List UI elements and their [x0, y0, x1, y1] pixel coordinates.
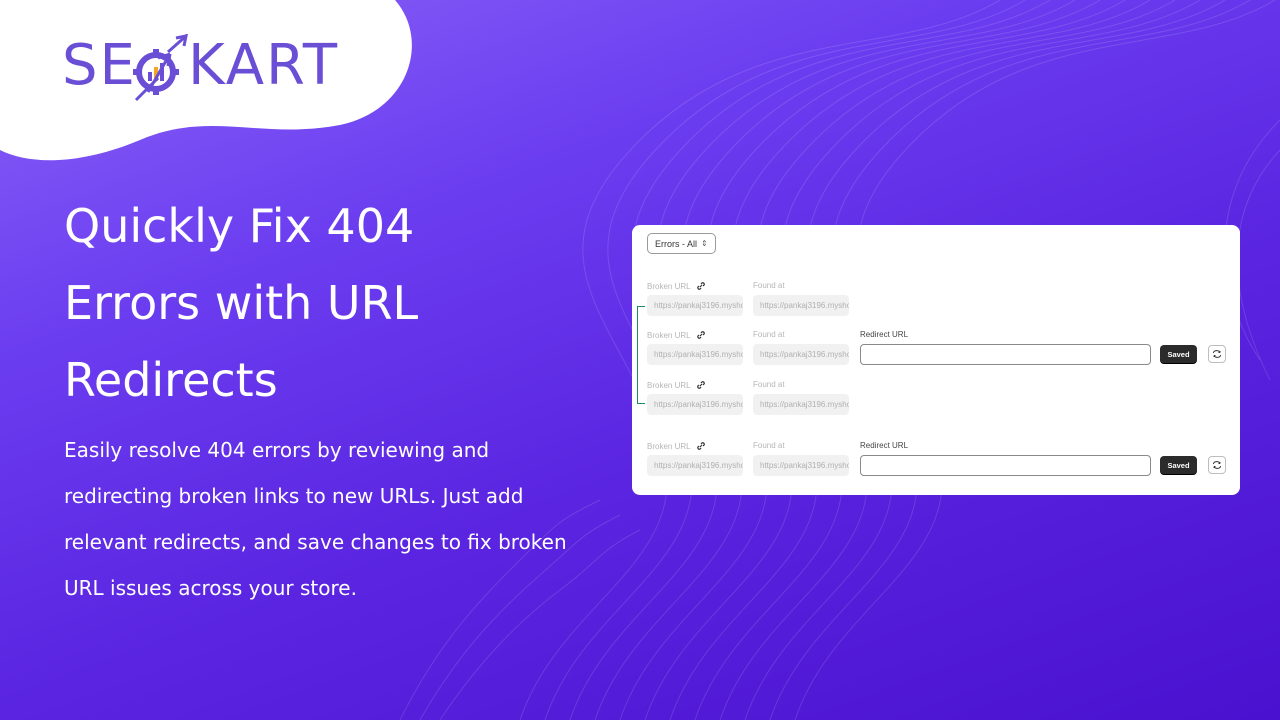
saved-button[interactable]: Saved: [1160, 345, 1197, 363]
logo-text-se: SE: [62, 33, 137, 98]
broken-url-field[interactable]: https://pankaj3196.myshopify.com: [647, 344, 743, 365]
redirect-url-label: Redirect URL: [860, 330, 909, 339]
link-icon[interactable]: [696, 281, 706, 291]
broken-url-label-text: Broken URL: [647, 441, 691, 451]
broken-url-field[interactable]: https://pankaj3196.myshopify.com: [647, 394, 743, 415]
link-icon[interactable]: [696, 441, 706, 451]
broken-url-label: Broken URL: [647, 380, 706, 390]
broken-url-label: Broken URL: [647, 281, 706, 291]
redirect-url-label: Redirect URL: [860, 441, 909, 450]
headline-line-1: Quickly Fix 404: [64, 199, 415, 253]
link-icon[interactable]: [696, 380, 706, 390]
gear-chart-arrow-icon: [133, 34, 188, 102]
headline-line-2: Errors with URL: [64, 276, 419, 330]
found-at-label: Found at: [753, 441, 785, 450]
chevron-up-down-icon: ⇕: [701, 238, 708, 248]
found-at-field[interactable]: https://pankaj3196.myshopify.com: [753, 455, 849, 476]
found-at-label: Found at: [753, 281, 785, 290]
link-icon[interactable]: [696, 330, 706, 340]
broken-url-label: Broken URL: [647, 330, 706, 340]
seokart-logo[interactable]: SE KART: [62, 28, 362, 104]
broken-url-label-text: Broken URL: [647, 281, 691, 291]
broken-url-field[interactable]: https://pankaj3196.myshopify.com: [647, 455, 743, 476]
grouped-rows-bracket: [637, 306, 645, 404]
broken-url-field[interactable]: https://pankaj3196.myshopify.com: [647, 295, 743, 316]
refresh-icon: [1213, 461, 1221, 469]
saved-button[interactable]: Saved: [1160, 456, 1197, 474]
errors-filter-select[interactable]: Errors - All ⇕: [647, 233, 716, 254]
found-at-field[interactable]: https://pankaj3196.myshopify.com: [753, 394, 849, 415]
redirect-url-input[interactable]: [860, 344, 1151, 365]
redirect-url-input[interactable]: [860, 455, 1151, 476]
broken-url-label-text: Broken URL: [647, 330, 691, 340]
found-at-label: Found at: [753, 380, 785, 389]
found-at-label: Found at: [753, 330, 785, 339]
redirects-panel: Errors - All ⇕ Broken URL Found at https…: [632, 225, 1240, 495]
feature-description: Easily resolve 404 errors by reviewing a…: [64, 427, 624, 611]
errors-filter-label: Errors - All: [655, 238, 698, 249]
logo-text-kart: KART: [188, 33, 340, 98]
refresh-button[interactable]: [1208, 456, 1226, 474]
description-line-4: URL issues across your store.: [64, 576, 357, 600]
refresh-icon: [1213, 350, 1221, 358]
found-at-field[interactable]: https://pankaj3196.myshopify.com: [753, 344, 849, 365]
refresh-button[interactable]: [1208, 345, 1226, 363]
description-line-2: redirecting broken links to new URLs. Ju…: [64, 484, 524, 508]
broken-url-label: Broken URL: [647, 441, 706, 451]
broken-url-label-text: Broken URL: [647, 380, 691, 390]
description-line-1: Easily resolve 404 errors by reviewing a…: [64, 438, 490, 462]
description-line-3: relevant redirects, and save changes to …: [64, 530, 567, 554]
page-headline: Quickly Fix 404 Errors with URL Redirect…: [64, 188, 544, 419]
headline-line-3: Redirects: [64, 353, 278, 407]
found-at-field[interactable]: https://pankaj3196.myshopify.com: [753, 295, 849, 316]
